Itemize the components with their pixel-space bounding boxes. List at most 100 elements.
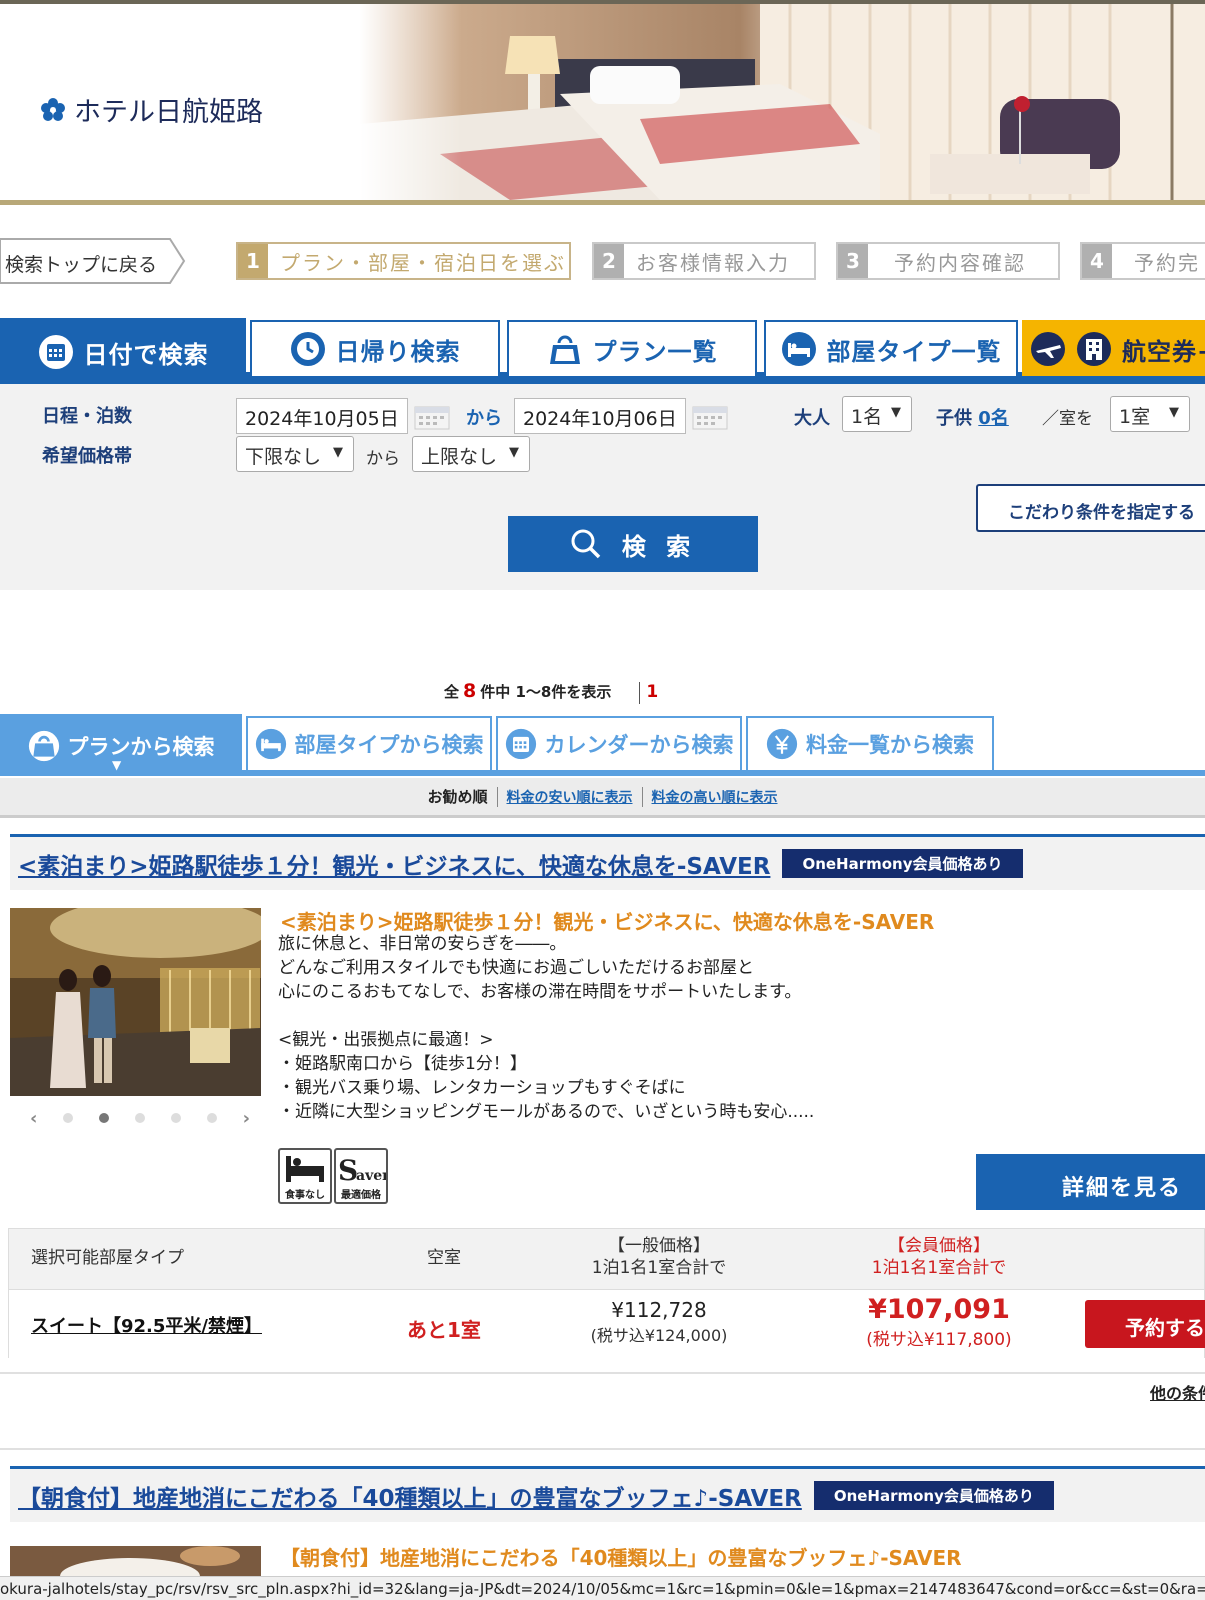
feature-caption: 最適価格 (341, 1190, 381, 1201)
tab-label: 部屋タイプ一覧 (826, 337, 1002, 366)
sort-price-desc-link[interactable]: 料金の高い順に表示 (652, 787, 778, 807)
result-count: 全 8 件中 1～8件を表示 1 (444, 680, 659, 704)
price-max-select[interactable]: 上限なし ▼ (412, 436, 530, 472)
member-price-badge: OneHarmony会員価格あり (813, 1481, 1054, 1510)
advanced-conditions-button[interactable]: こだわり条件を指定する (976, 484, 1205, 532)
table-row: スイート【92.5平米/禁煙】 あと1室 ¥112,728 (税サ込¥124,0… (9, 1289, 1205, 1359)
chevron-down-icon: ▼ (333, 445, 343, 460)
carousel-dot[interactable] (135, 1113, 145, 1123)
description-line: 心にのこるおもてなしで、お客様の滞在時間をサポートいたします。 (278, 982, 802, 1002)
checkout-date-input[interactable]: 2024年10月06日 (514, 398, 686, 434)
airplane-icon (1031, 332, 1065, 366)
carousel-dot[interactable] (63, 1113, 74, 1123)
result-view-tabs: プランから検索 ▼ 部屋タイプから検索 カレンダーから検索 料金一覧から検索 (0, 714, 1205, 776)
step-label: 予約完 (1134, 250, 1200, 275)
rooms-select[interactable]: 1室 ▼ (1110, 396, 1190, 432)
plan-1-title-link[interactable]: <素泊まり>姫路駅徒歩１分！観光・ビジネスに、快適な休息を-SAVER (18, 847, 770, 881)
col-room-type: 選択可能部屋タイプ (31, 1248, 184, 1268)
children-label: 子供 0名 (936, 408, 1009, 429)
description-line: どんなご利用スタイルでも快適にお過ごしいただけるお部屋と (278, 958, 754, 978)
other-conditions-link[interactable]: 他の条件 (1150, 1380, 1205, 1404)
clock-icon (290, 332, 325, 366)
children-count-link[interactable]: 0名 (978, 408, 1009, 429)
plan-1-header: <素泊まり>姫路駅徒歩１分！観光・ビジネスに、快適な休息を-SAVER OneH… (10, 834, 1205, 890)
sort-bar: お勧め順 料金の安い順に表示 料金の高い順に表示 (0, 778, 1205, 818)
room-type-table: 選択可能部屋タイプ 空室 【一般価格】 1泊1名1室合計で 【会員価格】 1泊1名1… (8, 1228, 1205, 1359)
tab-date-search[interactable]: 日付で検索 (0, 318, 246, 384)
chevron-down-icon: ▼ (891, 405, 901, 420)
chevron-down-icon: ▼ (1169, 405, 1179, 420)
description-line: 旅に休息と、非日常の安らぎを――。 (278, 934, 567, 954)
reserve-button[interactable]: 予約する (1085, 1300, 1205, 1348)
tab-day-trip-search[interactable]: 日帰り検索 (250, 320, 500, 376)
hotel-logo[interactable]: ホテル日航姫路 (38, 90, 263, 129)
bed-icon (781, 332, 816, 366)
tab-plan-list[interactable]: プラン一覧 (507, 320, 757, 376)
plan-2-photo[interactable] (10, 1546, 261, 1576)
col-general-price: 【一般価格】 1泊1名1室合計で (591, 1236, 727, 1278)
date-from-label: から (466, 408, 502, 429)
tab-flight-plus[interactable]: 航空券+ (1022, 320, 1205, 376)
plan-2-subtitle: 【朝食付】地産地消にこだわる「40種類以上」の豊富なブッフェ♪-SAVER (280, 1546, 962, 1570)
plan-feature-icons: 食事なし Saver 最適価格 (278, 1148, 388, 1204)
photo-carousel-controls: ‹ › (30, 1108, 250, 1129)
tab-label: 日帰り検索 (335, 337, 461, 366)
chevron-right-icon[interactable]: › (243, 1108, 250, 1129)
carousel-dot[interactable] (170, 1113, 181, 1123)
checkin-calendar-icon[interactable] (414, 404, 450, 430)
step-label: プラン・部屋・宿泊日を選ぶ (280, 250, 566, 275)
general-price: ¥112,728 (税サ込¥124,000) (590, 1298, 728, 1345)
view-details-button[interactable]: 詳細を見る (976, 1154, 1205, 1210)
step-4: 4 予約完 (1080, 242, 1205, 280)
col-member-price: 【会員価格】 1泊1名1室合計で (871, 1236, 1007, 1278)
sort-price-asc-link[interactable]: 料金の安い順に表示 (507, 787, 633, 807)
tab-label: 料金一覧から検索 (806, 733, 974, 757)
description-line (278, 1004, 814, 1028)
checkout-calendar-icon[interactable] (692, 404, 728, 430)
checkin-date-input[interactable]: 2024年10月05日 (236, 398, 408, 434)
step-1: 1 プラン・部屋・宿泊日を選ぶ (236, 242, 571, 280)
section-divider (0, 1372, 1205, 1374)
price-from-label: から (366, 449, 400, 469)
carousel-dot[interactable] (206, 1113, 217, 1123)
saver-icon: Saver (338, 1154, 386, 1186)
search-icon (571, 529, 601, 559)
tab-label: プランから検索 (67, 735, 215, 759)
booking-steps: 検索トップに戻る 1 プラン・部屋・宿泊日を選ぶ 2 お客様情報入力 3 予約内… (0, 238, 1205, 284)
search-form: 日程・泊数 2024年10月05日 から 2024年10月06日 大人 1名 ▼ … (0, 384, 1205, 590)
tab-search-by-room-type[interactable]: 部屋タイプから検索 (246, 716, 492, 770)
plan-1-photo[interactable] (10, 908, 261, 1096)
step-number: 3 (838, 244, 868, 278)
plan-2-title-link[interactable]: 【朝食付】地産地消にこだわる「40種類以上」の豊富なブッフェ♪-SAVER (18, 1479, 802, 1513)
building-icon (1077, 332, 1111, 366)
price-min-select[interactable]: 下限なし ▼ (236, 436, 354, 472)
total-count: 8 (463, 680, 477, 702)
tab-label: 部屋タイプから検索 (294, 733, 484, 757)
adults-label: 大人 (794, 408, 830, 429)
calendar-icon (505, 728, 536, 760)
step-label: 予約内容確認 (894, 250, 1026, 275)
adults-select[interactable]: 1名 ▼ (842, 396, 912, 432)
header-divider (0, 200, 1205, 205)
tab-search-by-calendar[interactable]: カレンダーから検索 (496, 716, 742, 770)
rooms-value: 1室 (1119, 406, 1151, 428)
description-line: ・近隣に大型ショッピングモールがあるので、いざという時も安心..... (278, 1102, 815, 1122)
tab-search-by-price-list[interactable]: 料金一覧から検索 (746, 716, 994, 770)
back-to-search-top-button[interactable]: 検索トップに戻る (0, 238, 186, 284)
carousel-dot-active[interactable] (99, 1113, 110, 1123)
plan-1-description: 旅に休息と、非日常の安らぎを――。 どんなご利用スタイルでも快適にお過ごしいただ… (278, 932, 814, 1124)
tab-search-by-plan[interactable]: プランから検索 ▼ (0, 714, 242, 776)
price-min-value: 下限なし (245, 446, 322, 468)
back-label: 検索トップに戻る (5, 254, 158, 276)
description-line: ・観光バス乗り場、レンタカーショップもすぐそばに (278, 1078, 686, 1098)
page-link-1[interactable]: 1 (646, 682, 658, 702)
chevron-left-icon[interactable]: ‹ (30, 1108, 37, 1129)
room-type-link[interactable]: スイート【92.5平米/禁煙】 (31, 1312, 262, 1338)
search-button[interactable]: 検 索 (508, 516, 758, 572)
plan-2-header: 【朝食付】地産地消にこだわる「40種類以上」の豊富なブッフェ♪-SAVER On… (10, 1466, 1205, 1522)
table-header: 選択可能部屋タイプ 空室 【一般価格】 1泊1名1室合計で 【会員価格】 1泊1名1… (9, 1229, 1204, 1289)
hotel-logo-icon (41, 97, 65, 121)
best-price-feature: Saver 最適価格 (334, 1148, 388, 1204)
tab-room-type-list[interactable]: 部屋タイプ一覧 (764, 320, 1018, 376)
member-price: ¥107,091 (税サ込¥117,800) (866, 1294, 1012, 1350)
